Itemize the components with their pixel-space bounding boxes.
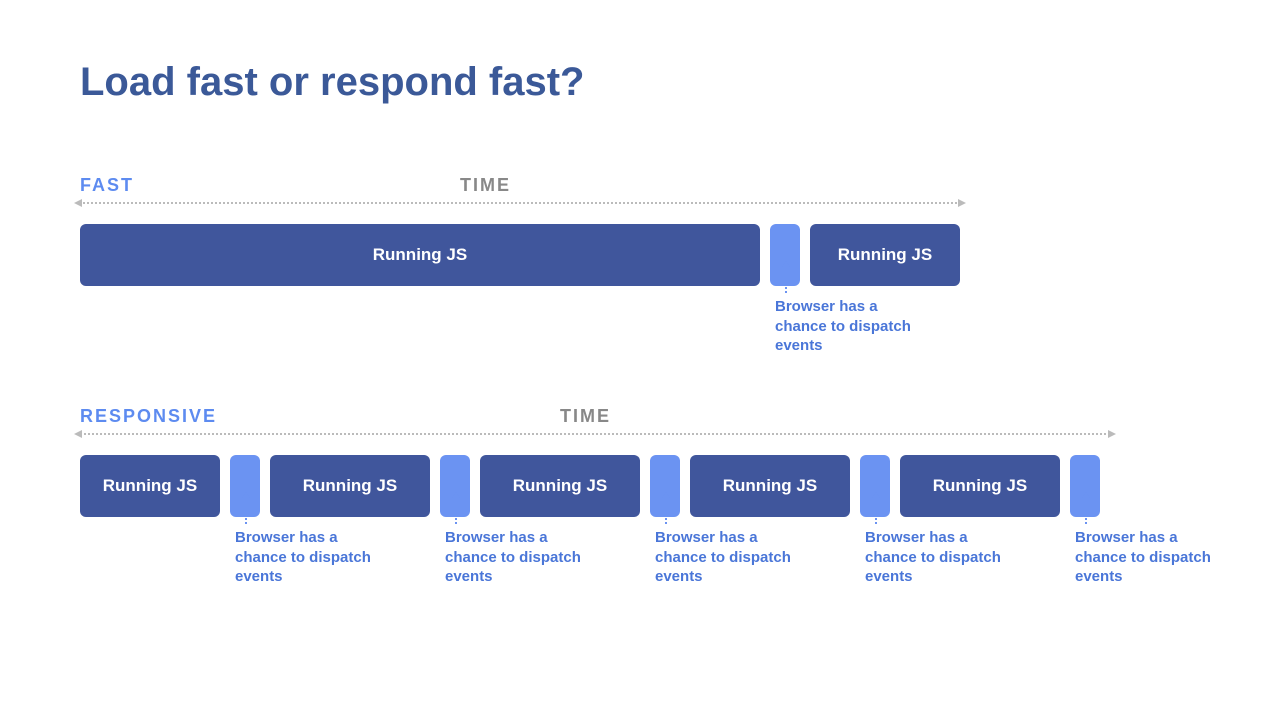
pointer-line bbox=[665, 498, 667, 524]
responsive-label: RESPONSIVE bbox=[80, 406, 217, 427]
pointer-line bbox=[785, 267, 787, 293]
responsive-axis bbox=[80, 433, 1110, 435]
running-js-block: Running JS bbox=[80, 224, 760, 286]
fast-axis bbox=[80, 202, 960, 204]
running-js-block: Running JS bbox=[480, 455, 640, 517]
page-title: Load fast or respond fast? bbox=[80, 60, 1196, 105]
responsive-time-label: TIME bbox=[560, 406, 611, 427]
pointer-line bbox=[245, 498, 247, 524]
running-js-block: Running JS bbox=[900, 455, 1060, 517]
running-js-block: Running JS bbox=[270, 455, 430, 517]
gap-caption: Browser has a chance to dispatch events bbox=[865, 528, 1015, 587]
fast-track: Running JS Running JS bbox=[80, 224, 960, 286]
pointer-line bbox=[455, 498, 457, 524]
fast-time-label: TIME bbox=[460, 175, 511, 196]
responsive-header: RESPONSIVE TIME bbox=[80, 406, 1110, 427]
responsive-track: Running JS Running JS Running JS Running JS… bbox=[80, 455, 1110, 517]
fast-section: FAST TIME Running JSRunning JS Browser h… bbox=[80, 175, 960, 286]
running-js-block: Running JS bbox=[80, 455, 220, 517]
gap-caption: Browser has a chance to dispatch events bbox=[445, 528, 595, 587]
pointer-line bbox=[875, 498, 877, 524]
gap-caption: Browser has a chance to dispatch events bbox=[235, 528, 385, 587]
responsive-section: RESPONSIVE TIME Running JSRunning JSRunn… bbox=[80, 406, 1110, 517]
gap-caption: Browser has a chance to dispatch events bbox=[775, 297, 925, 356]
running-js-block: Running JS bbox=[810, 224, 960, 286]
fast-label: FAST bbox=[80, 175, 134, 196]
fast-header: FAST TIME bbox=[80, 175, 960, 196]
running-js-block: Running JS bbox=[690, 455, 850, 517]
gap-caption: Browser has a chance to dispatch events bbox=[655, 528, 805, 587]
gap-caption: Browser has a chance to dispatch events bbox=[1075, 528, 1225, 587]
pointer-line bbox=[1085, 498, 1087, 524]
